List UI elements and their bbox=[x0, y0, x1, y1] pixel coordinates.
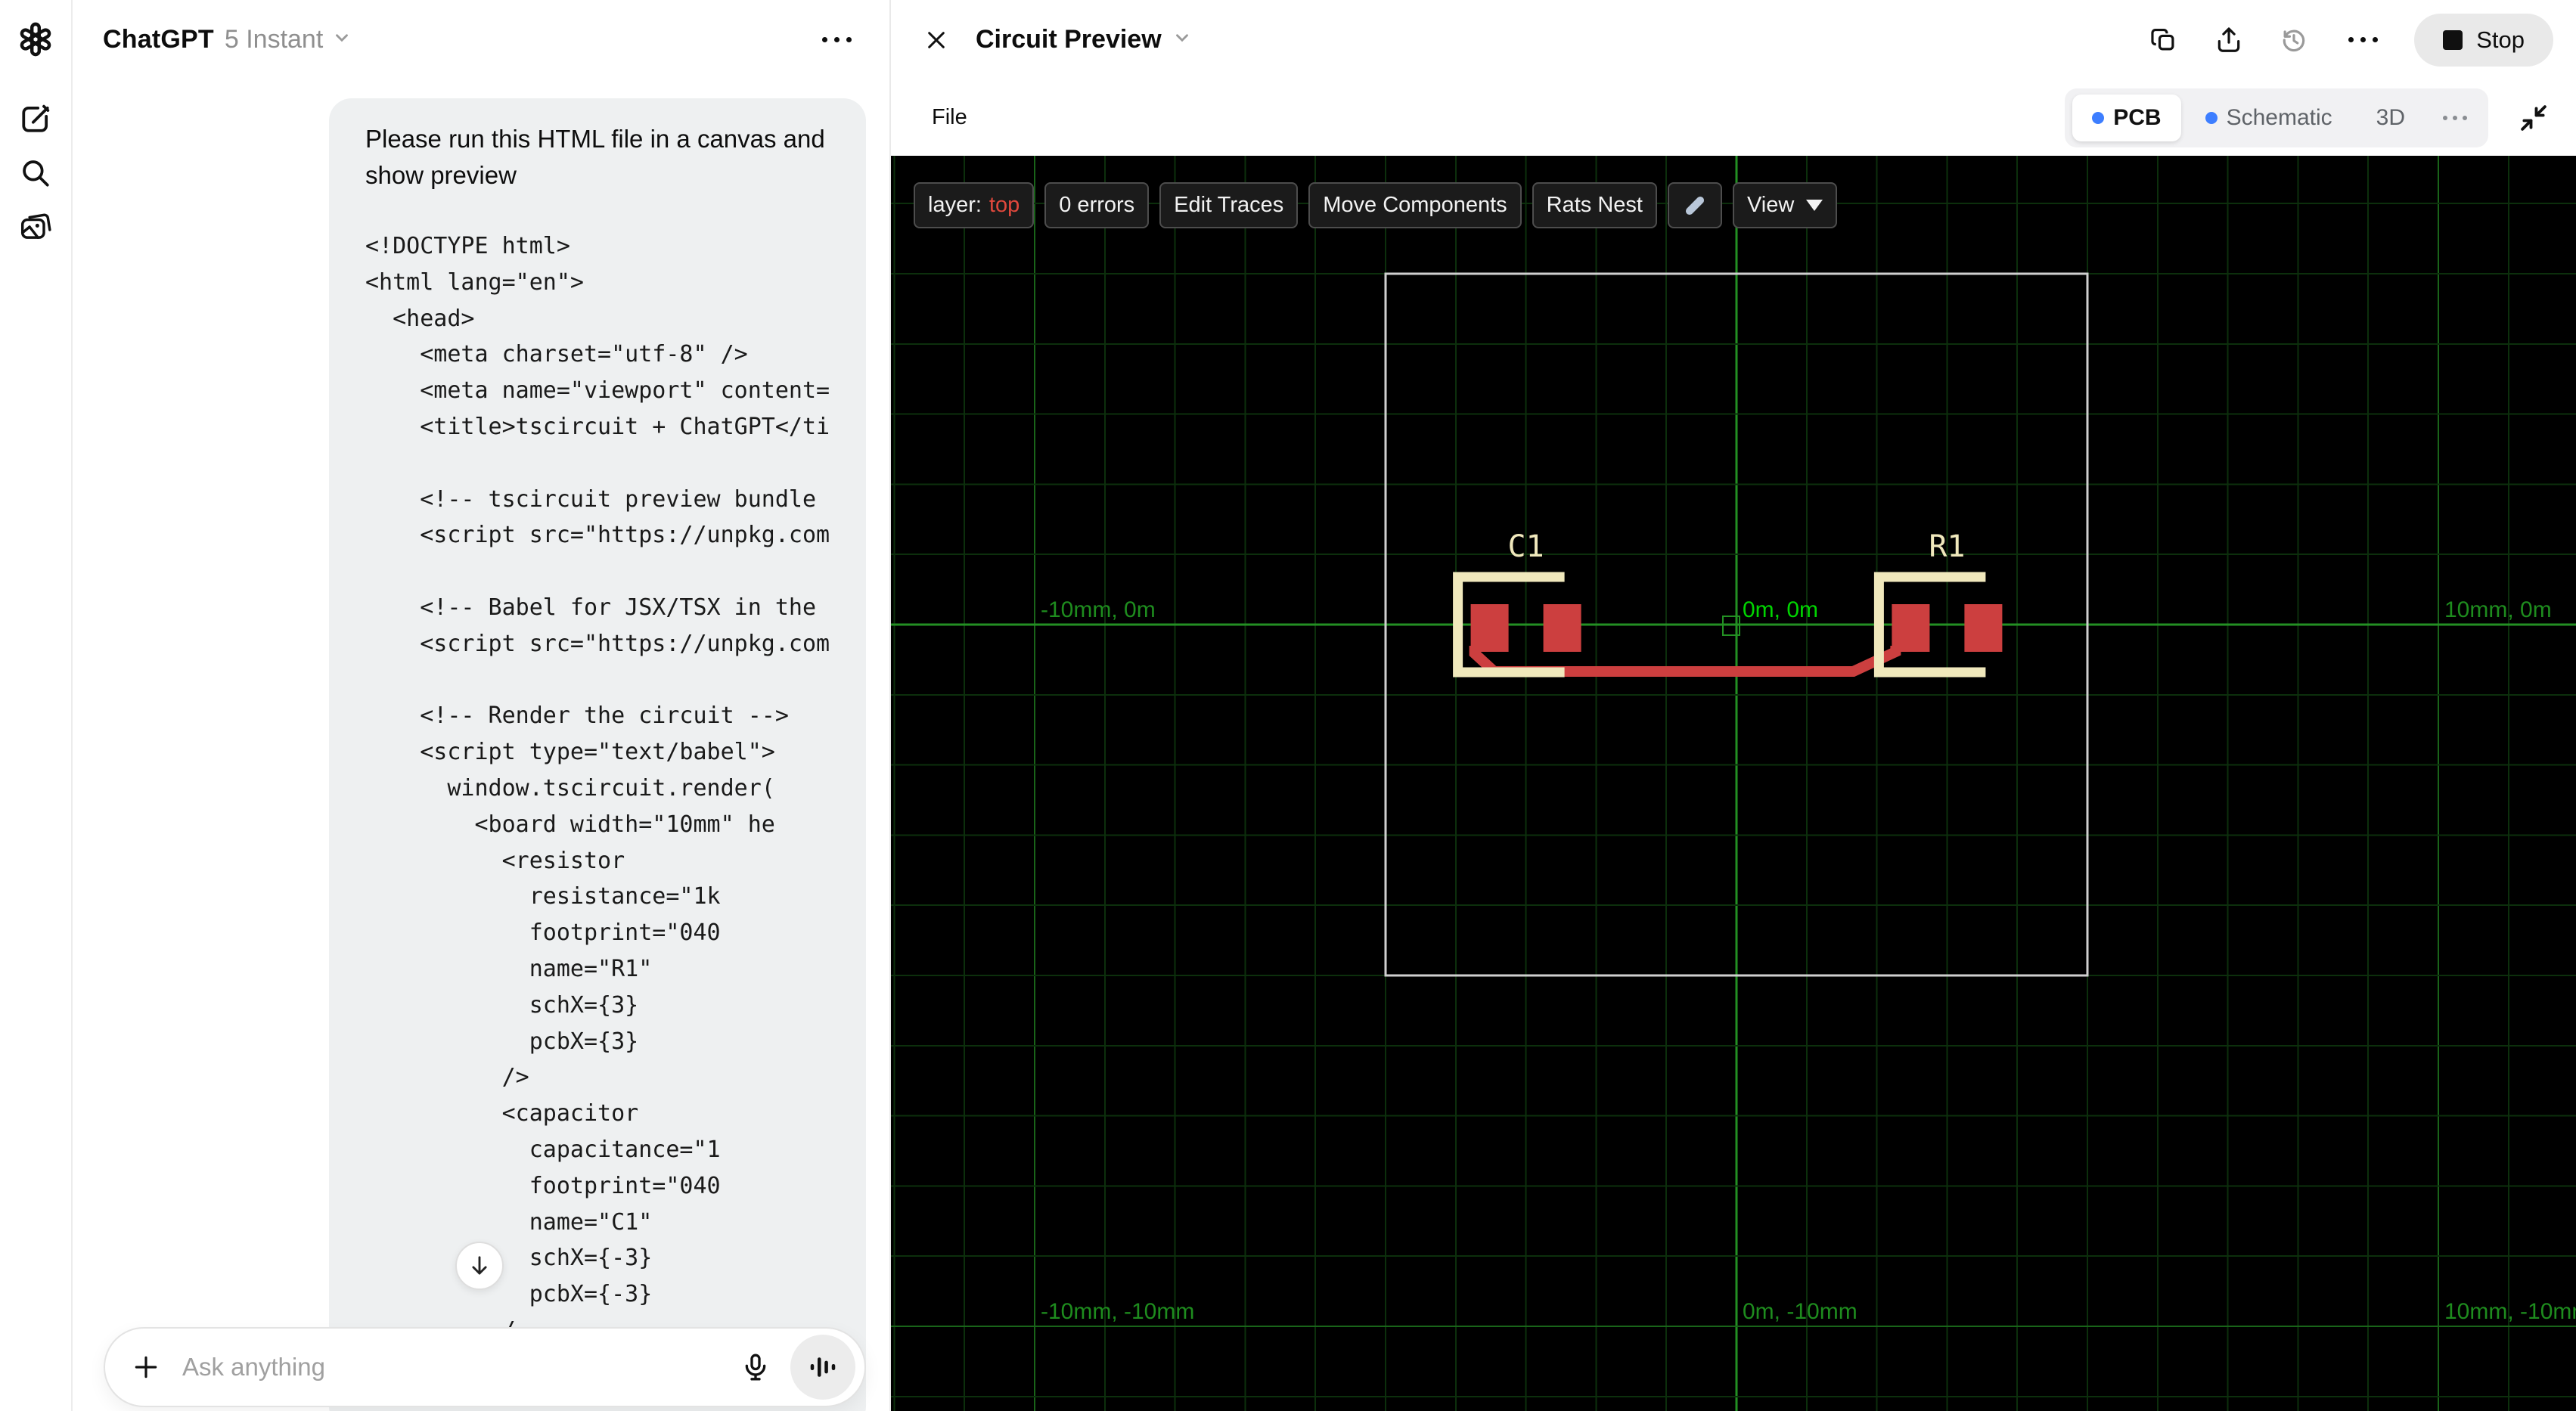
pad bbox=[1543, 604, 1581, 652]
edit-traces-label: Edit Traces bbox=[1174, 193, 1284, 217]
edit-traces-button[interactable]: Edit Traces bbox=[1159, 182, 1299, 228]
chat-more-icon[interactable] bbox=[815, 29, 859, 50]
tab-pcb[interactable]: PCB bbox=[2072, 94, 2181, 141]
user-message-text: Please run this HTML file in a canvas an… bbox=[365, 125, 825, 189]
tab-3d[interactable]: 3D bbox=[2357, 95, 2425, 141]
pad bbox=[1964, 604, 2003, 652]
errors-label: 0 errors bbox=[1059, 193, 1135, 217]
dropdown-triangle-icon bbox=[1806, 200, 1823, 211]
move-components-button[interactable]: Move Components bbox=[1308, 182, 1522, 228]
arrow-down-icon bbox=[472, 1256, 487, 1275]
view-label: View bbox=[1746, 193, 1795, 217]
collapse-icon[interactable] bbox=[2514, 98, 2553, 138]
openai-logo-icon[interactable] bbox=[17, 21, 54, 57]
scroll-to-bottom-button[interactable] bbox=[455, 1242, 504, 1290]
pcb-status-dot bbox=[2092, 111, 2105, 124]
chat-model-label[interactable]: 5 Instant bbox=[225, 25, 323, 54]
grid-coord-label: -10mm, 0m bbox=[1041, 597, 1156, 622]
pencil-icon bbox=[1685, 196, 1705, 215]
layer-button[interactable]: layer: top bbox=[914, 182, 1035, 228]
pad bbox=[1892, 604, 1930, 652]
move-components-label: Move Components bbox=[1323, 193, 1507, 217]
view-dropdown-button[interactable]: View bbox=[1732, 182, 1838, 228]
grid-coord-label: 0m, -10mm bbox=[1743, 1299, 1858, 1324]
message-composer[interactable]: Ask anything bbox=[104, 1327, 866, 1407]
file-menu[interactable]: File bbox=[932, 105, 967, 130]
stop-label: Stop bbox=[2476, 26, 2525, 53]
app-root: ChatGPT 5 Instant Please run this HTML f… bbox=[0, 0, 2576, 1411]
tab-schematic-label: Schematic bbox=[2226, 104, 2332, 130]
canvas-panel: Circuit Preview Stop File PCB Schematic … bbox=[891, 0, 2576, 1411]
layer-label: layer: bbox=[928, 193, 982, 217]
chat-panel: ChatGPT 5 Instant Please run this HTML f… bbox=[73, 0, 891, 1411]
pcb-canvas[interactable]: C1 R1 -10mm, 0m 0m, 0m 10mm, 0m -10mm, -10mm 0… bbox=[891, 156, 2576, 1411]
attach-plus-icon[interactable] bbox=[126, 1347, 166, 1387]
waveform-icon bbox=[810, 1357, 836, 1377]
copy-icon[interactable] bbox=[2146, 22, 2182, 58]
grid-coord-label: 10mm, 0m bbox=[2444, 597, 2552, 622]
canvas-header: Circuit Preview Stop bbox=[891, 0, 2576, 79]
pencil-tool-button[interactable] bbox=[1667, 182, 1722, 228]
errors-button[interactable]: 0 errors bbox=[1044, 182, 1150, 228]
tab-schematic[interactable]: Schematic bbox=[2186, 95, 2352, 141]
tab-3d-label: 3D bbox=[2376, 104, 2405, 130]
grid-coord-label: -10mm, -10mm bbox=[1041, 1299, 1194, 1324]
component-ref-label: R1 bbox=[1929, 529, 1965, 564]
stop-button[interactable]: Stop bbox=[2414, 13, 2553, 67]
pad bbox=[1470, 604, 1509, 652]
tabs-more-icon[interactable] bbox=[2429, 115, 2481, 120]
view-tabgroup: PCB Schematic 3D bbox=[2065, 88, 2488, 147]
canvas-more-icon[interactable] bbox=[2341, 29, 2385, 50]
mic-icon[interactable] bbox=[734, 1346, 777, 1388]
tab-pcb-label: PCB bbox=[2113, 104, 2162, 130]
grid-coord-label: 0m, 0m bbox=[1743, 597, 1818, 622]
chevron-down-icon[interactable] bbox=[332, 28, 352, 51]
voice-mode-button[interactable] bbox=[790, 1335, 855, 1400]
chevron-down-icon[interactable] bbox=[1172, 28, 1192, 51]
left-sidebar bbox=[0, 0, 73, 1411]
chat-title[interactable]: ChatGPT bbox=[103, 25, 214, 54]
search-icon[interactable] bbox=[17, 155, 54, 191]
user-message-bubble: Please run this HTML file in a canvas an… bbox=[329, 98, 866, 1411]
user-message-code: <!DOCTYPE html> <html lang="en"> <head> <… bbox=[365, 233, 830, 1344]
new-chat-icon[interactable] bbox=[17, 101, 54, 137]
library-icon[interactable] bbox=[17, 209, 54, 245]
rats-nest-button[interactable]: Rats Nest bbox=[1532, 182, 1657, 228]
close-icon[interactable] bbox=[918, 22, 954, 58]
share-icon[interactable] bbox=[2211, 22, 2247, 58]
pcb-drawing: C1 R1 -10mm, 0m 0m, 0m 10mm, 0m -10mm, -10mm 0… bbox=[891, 156, 2576, 1411]
history-icon[interactable] bbox=[2276, 22, 2312, 58]
component-ref-label: C1 bbox=[1508, 529, 1544, 564]
schematic-status-dot bbox=[2205, 111, 2218, 124]
rats-nest-label: Rats Nest bbox=[1546, 193, 1643, 217]
layer-value: top bbox=[989, 193, 1020, 217]
canvas-subheader: File PCB Schematic 3D bbox=[891, 79, 2576, 156]
composer-input[interactable]: Ask anything bbox=[182, 1353, 734, 1382]
pcb-toolbar: layer: top 0 errors Edit Traces Move Com… bbox=[914, 182, 1838, 228]
canvas-title[interactable]: Circuit Preview bbox=[976, 25, 1162, 54]
stop-square-icon bbox=[2443, 29, 2463, 50]
chat-header: ChatGPT 5 Instant bbox=[73, 0, 889, 79]
grid-coord-label: 10mm, -10mm bbox=[2444, 1299, 2576, 1324]
